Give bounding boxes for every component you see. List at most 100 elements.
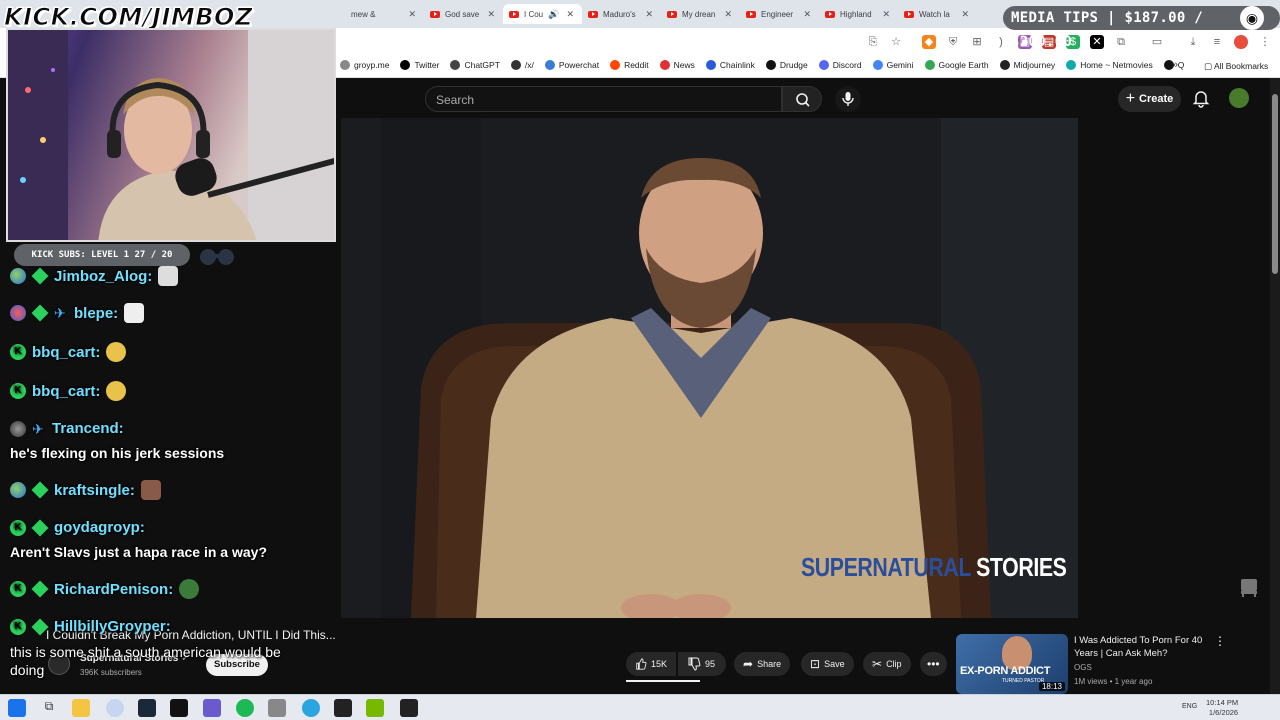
chrome-icon[interactable]: [106, 699, 124, 717]
browser-tab[interactable]: Engineer ✕: [740, 4, 819, 24]
recommended-thumbnail[interactable]: EX-PORN ADDICT TURNED PASTOR 18:13: [956, 634, 1068, 694]
kick-badge-icon: K: [10, 581, 26, 597]
browser-tab[interactable]: My drean ✕: [661, 4, 740, 24]
bookmark-favicon-icon: [705, 60, 716, 70]
all-bookmarks-link[interactable]: ▢ All Bookmarks: [1204, 61, 1268, 72]
browser-tab[interactable]: mew & ✕: [345, 4, 424, 24]
bookmark-item[interactable]: groyp.me: [340, 60, 389, 70]
bookmark-item[interactable]: ChatGPT: [450, 60, 500, 70]
bookmark-item[interactable]: Twitter: [400, 60, 439, 70]
bookmark-item[interactable]: Chainlink: [705, 60, 755, 70]
close-icon[interactable]: ✕: [566, 9, 574, 20]
chat-username: goydagroyp:: [54, 519, 145, 536]
close-icon[interactable]: ✕: [803, 9, 811, 20]
video-duration: 18:13: [1038, 682, 1065, 691]
more-vertical-icon[interactable]: ⋮: [1214, 634, 1226, 648]
discord-icon[interactable]: [203, 699, 221, 717]
more-actions-button[interactable]: •••: [920, 652, 947, 676]
close-icon[interactable]: ✕: [724, 9, 732, 20]
tab-label: Highland: [840, 9, 872, 19]
browser-tab[interactable]: Maduro's ✕: [582, 4, 661, 24]
bookmark-item[interactable]: Discord: [818, 60, 862, 70]
telegram-icon[interactable]: [302, 699, 320, 717]
bookmark-item[interactable]: /x/: [510, 60, 534, 70]
close-icon[interactable]: ✕: [487, 9, 495, 20]
youtube-icon: [430, 10, 440, 18]
obs-icon[interactable]: [334, 699, 352, 717]
close-icon[interactable]: ✕: [408, 9, 416, 20]
more-horizontal-icon: •••: [927, 657, 940, 671]
more-menu-icon[interactable]: ⋮: [1258, 35, 1272, 49]
sidebar-icon[interactable]: ▭: [1150, 35, 1164, 49]
app-icon[interactable]: [170, 699, 188, 717]
recommended-title[interactable]: I Was Addicted To Porn For 40 Years | Ca…: [1074, 634, 1204, 660]
video-player[interactable]: SUPERNATURAL STORIES: [341, 118, 1078, 618]
page-scrollbar[interactable]: [1270, 78, 1280, 698]
chevron-right-icon[interactable]: »: [1172, 59, 1178, 71]
share-button[interactable]: ➦ Share: [734, 652, 791, 676]
bookmark-item[interactable]: Home ~ Netmovies: [1066, 60, 1153, 70]
app-icon[interactable]: [400, 699, 418, 717]
search-input[interactable]: Search: [425, 86, 782, 112]
youtube-icon: [588, 10, 598, 18]
file-explorer-icon[interactable]: [72, 699, 90, 717]
gift-badge-icon: [31, 519, 49, 536]
search-button[interactable]: [782, 86, 822, 112]
profile-avatar[interactable]: [1234, 35, 1248, 49]
bookmark-item[interactable]: Gemini: [872, 60, 914, 70]
bookmark-star-icon[interactable]: ☆: [889, 35, 903, 49]
chat-user: Kgoydagroyp:: [10, 519, 145, 536]
close-icon[interactable]: ✕: [882, 9, 890, 20]
thumbs-down-icon: [688, 657, 701, 671]
browser-tab[interactable]: God save ✕: [424, 4, 503, 24]
like-button[interactable]: 15K: [626, 652, 676, 676]
dislike-button[interactable]: 95: [678, 652, 726, 676]
bookmark-item[interactable]: Drudge: [765, 60, 808, 70]
clock[interactable]: 10:14 PM 1/6/2026: [1206, 698, 1238, 718]
bookmark-item[interactable]: Google Earth: [924, 60, 989, 70]
spotify-icon[interactable]: [236, 699, 254, 717]
gift-badge-icon: [31, 481, 49, 499]
browser-tab-active[interactable]: I Cou 🔊 ✕: [503, 4, 582, 24]
language-indicator[interactable]: ENG: [1182, 703, 1197, 710]
cast-icon[interactable]: ⎘: [866, 35, 880, 49]
clock-time: 10:14 PM: [1206, 698, 1239, 707]
extension-icon[interactable]: ): [994, 35, 1008, 49]
windows-start-icon[interactable]: [8, 699, 26, 717]
bookmark-item[interactable]: News: [659, 60, 695, 70]
extension-icon[interactable]: ⊞: [970, 35, 984, 49]
download-icon[interactable]: ⤓: [1186, 35, 1200, 49]
metamask-icon[interactable]: ◆: [922, 35, 936, 49]
browser-tab[interactable]: Watch la ✕: [898, 4, 977, 24]
browser-tab[interactable]: Highland ✕: [819, 4, 898, 24]
watermark-word-1: SUPERNATURAL: [801, 552, 971, 582]
shield-icon[interactable]: ⛨: [946, 35, 960, 49]
bookmark-item[interactable]: Reddit: [610, 60, 649, 70]
puzzle-icon[interactable]: ⧉: [1114, 35, 1128, 49]
bookmark-label: ChatGPT: [464, 60, 500, 70]
close-icon[interactable]: ✕: [961, 9, 969, 20]
app-icon[interactable]: [268, 699, 286, 717]
create-button[interactable]: + Create: [1118, 86, 1181, 112]
task-view-icon[interactable]: ⧉: [40, 699, 58, 717]
bookmark-item[interactable]: Midjourney: [999, 60, 1055, 70]
steam-icon[interactable]: [138, 699, 156, 717]
reading-list-icon[interactable]: ≡: [1210, 35, 1224, 49]
bookmark-label: /x/: [524, 60, 534, 70]
voice-search-button[interactable]: [835, 86, 861, 112]
save-button[interactable]: ⊡ Save: [801, 652, 854, 676]
search-icon: [796, 93, 810, 107]
close-icon[interactable]: ✕: [645, 9, 653, 20]
nvidia-icon[interactable]: [366, 699, 384, 717]
bookmark-label: Discord: [832, 60, 862, 70]
scrollbar-thumb[interactable]: [1272, 94, 1278, 274]
recommended-channel[interactable]: OGS: [1074, 663, 1092, 672]
kick-badge-icon: K: [10, 519, 26, 536]
youtube-icon: [667, 10, 677, 18]
speaker-icon: 🔊: [548, 8, 560, 19]
notifications-bell-icon[interactable]: [1192, 88, 1210, 108]
clip-button[interactable]: ✂ Clip: [863, 652, 911, 676]
account-avatar[interactable]: [1229, 88, 1249, 108]
x-icon[interactable]: ✕: [1090, 35, 1104, 49]
bookmark-item[interactable]: Powerchat: [544, 60, 599, 70]
